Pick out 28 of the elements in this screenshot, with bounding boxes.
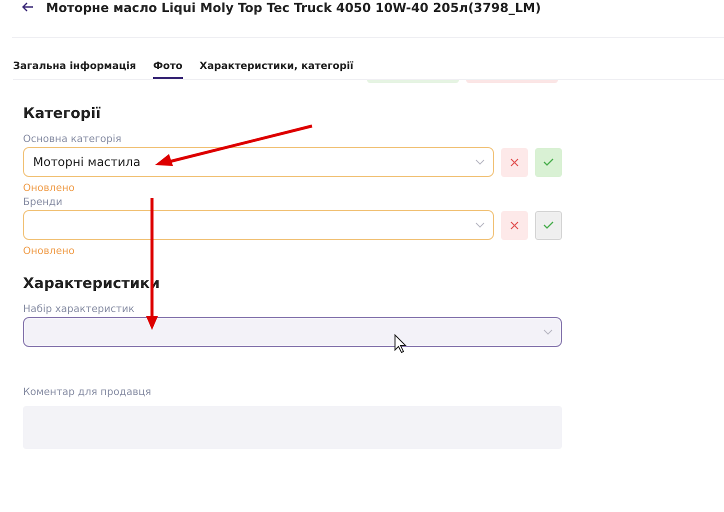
chevron-down-icon: [543, 329, 553, 335]
close-icon: [510, 158, 519, 166]
field-label: Бренди: [23, 196, 64, 210]
check-icon: [543, 221, 554, 229]
dropdown-field[interactable]: Моторні мастила: [23, 147, 494, 177]
confirm-button[interactable]: [535, 148, 562, 176]
cancel-button[interactable]: [501, 210, 528, 240]
mouse-pointer-icon: [394, 334, 407, 354]
field-label: Набір характеристик: [23, 303, 136, 317]
tab[interactable]: Фото: [153, 58, 183, 79]
page-title: Моторне масло Liqui Moly Top Tec Truck 4050 10W-40 205л(3798_LM): [46, 0, 541, 15]
section-title: Категорії: [23, 106, 102, 124]
dropdown-field[interactable]: [23, 317, 562, 347]
back-arrow-icon[interactable]: [22, 2, 34, 12]
status-text: Оновлено: [23, 244, 76, 258]
close-icon: [510, 220, 519, 230]
check-icon: [543, 158, 554, 166]
status-text: Оновлено: [23, 182, 76, 195]
tab[interactable]: Загальна інформація: [13, 58, 136, 79]
chevron-down-icon: [475, 159, 485, 165]
confirm-button[interactable]: [535, 210, 562, 240]
dropdown-field[interactable]: [23, 210, 494, 240]
tab[interactable]: Характеристики, категорії: [200, 58, 354, 79]
field-value: Моторні мастила: [33, 155, 140, 169]
chevron-down-icon: [475, 222, 485, 228]
cancel-button[interactable]: [501, 148, 528, 176]
field-label: Основна категорія: [23, 133, 122, 147]
field-label: Коментар для продавця: [23, 387, 152, 400]
